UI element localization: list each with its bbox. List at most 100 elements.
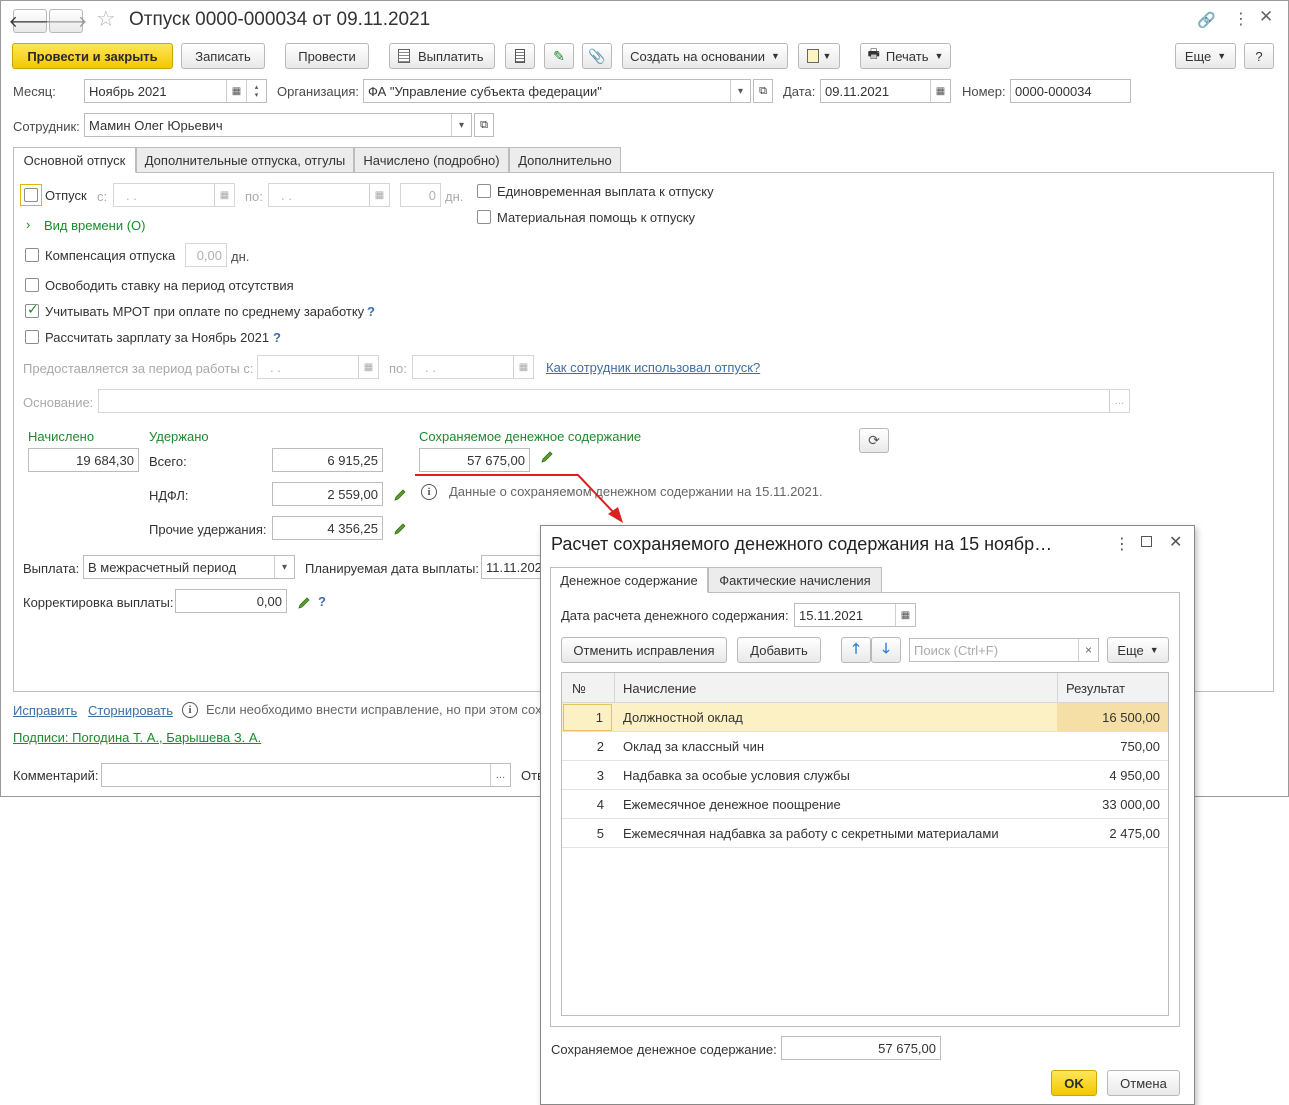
calendar-icon[interactable]: ▦ bbox=[930, 80, 950, 102]
more-vertical-icon[interactable]: ⋮ bbox=[1114, 534, 1130, 554]
save-button[interactable]: Записать bbox=[181, 43, 265, 69]
col-header-result[interactable]: Результат bbox=[1066, 673, 1125, 703]
table-row[interactable]: 5 Ежемесячная надбавка за работу с секрет… bbox=[562, 819, 1168, 848]
close-icon[interactable]: ✕ bbox=[1259, 7, 1273, 27]
mrot-help-icon[interactable]: ? bbox=[367, 304, 375, 319]
calendar-icon[interactable]: ▦ bbox=[513, 356, 533, 378]
table-row[interactable]: 1 Должностной оклад 16 500,00 bbox=[562, 703, 1168, 732]
tab-main-vacation[interactable]: Основной отпуск bbox=[13, 147, 136, 173]
other-withheld-field[interactable]: 4 356,25 bbox=[272, 516, 383, 540]
dialog-more-button[interactable]: Еще ▼ bbox=[1107, 637, 1169, 663]
comment-field[interactable]: … bbox=[101, 763, 511, 787]
payment-field[interactable]: В межрасчетный период ▾ bbox=[83, 555, 295, 579]
clear-search-icon[interactable]: × bbox=[1078, 639, 1098, 661]
compensation-checkbox[interactable] bbox=[25, 248, 39, 262]
favorite-star-icon[interactable]: ☆ bbox=[96, 6, 116, 32]
maximize-icon[interactable] bbox=[1141, 536, 1152, 547]
chevron-down-icon[interactable]: ▾ bbox=[451, 114, 471, 136]
pencil-icon[interactable] bbox=[297, 596, 311, 610]
ellipsis-icon[interactable]: … bbox=[1109, 390, 1129, 412]
post-and-close-button[interactable]: Провести и закрыть bbox=[12, 43, 173, 69]
period-to-field[interactable]: . . ▦ bbox=[412, 355, 534, 379]
calendar-icon[interactable]: ▦ bbox=[214, 184, 234, 206]
create-based-button[interactable]: Создать на основании ▼ bbox=[622, 43, 788, 69]
dialog-tab-actual-accruals[interactable]: Фактические начисления bbox=[708, 567, 882, 593]
edit-document-button[interactable]: ✎ bbox=[544, 43, 574, 69]
signatures-link[interactable]: Подписи: Погодина Т. А., Барышева З. А. bbox=[13, 730, 261, 745]
tab-additional[interactable]: Дополнительно bbox=[509, 147, 621, 173]
calendar-icon[interactable]: ▦ bbox=[895, 604, 915, 626]
tab-additional-vacations[interactable]: Дополнительные отпуска, отгулы bbox=[136, 147, 354, 173]
ellipsis-icon[interactable]: … bbox=[490, 764, 510, 786]
cancel-button[interactable]: Отмена bbox=[1107, 1070, 1180, 1096]
vacation-checkbox[interactable] bbox=[24, 188, 38, 202]
period-from-field[interactable]: . . ▦ bbox=[257, 355, 379, 379]
fix-link[interactable]: Исправить bbox=[13, 703, 77, 718]
chevron-right-icon[interactable]: › bbox=[26, 217, 30, 232]
material-aid-checkbox[interactable] bbox=[477, 210, 491, 224]
move-down-button[interactable]: 🡓 bbox=[871, 637, 901, 663]
report-button[interactable] bbox=[505, 43, 535, 69]
employee-open-button[interactable]: ⧉ bbox=[474, 113, 494, 137]
post-button[interactable]: Провести bbox=[285, 43, 369, 69]
vacation-to-field[interactable]: . . ▦ bbox=[268, 183, 390, 207]
org-field[interactable]: ФА "Управление субъекта федерации" ▾ bbox=[363, 79, 751, 103]
number-field[interactable]: 0000-000034 bbox=[1010, 79, 1131, 103]
pay-button[interactable]: Выплатить bbox=[389, 43, 495, 69]
basis-field[interactable]: … bbox=[98, 389, 1130, 413]
calendar-icon[interactable]: ▦ bbox=[369, 184, 389, 206]
compensation-days-field[interactable]: 0,00 bbox=[185, 243, 227, 267]
more-button[interactable]: Еще ▼ bbox=[1175, 43, 1236, 69]
forward-button[interactable]: 🡒 bbox=[45, 9, 87, 33]
correction-field[interactable]: 0,00 bbox=[175, 589, 287, 613]
kept-allowance-field[interactable]: 57 675,00 bbox=[419, 448, 530, 472]
planned-date-field[interactable]: 11.11.2021 bbox=[481, 555, 541, 579]
table-row[interactable]: 4 Ежемесячное денежное поощрение 33 000,00 bbox=[562, 790, 1168, 819]
ndfl-field[interactable]: 2 559,00 bbox=[272, 482, 383, 506]
chevron-down-icon[interactable]: ▾ bbox=[274, 556, 294, 578]
vacation-from-field[interactable]: . . ▦ bbox=[113, 183, 235, 207]
back-button[interactable]: 🡐 bbox=[9, 9, 51, 33]
attach-button[interactable]: 📎 bbox=[582, 43, 612, 69]
table-row[interactable]: 3 Надбавка за особые условия службы 4 950,… bbox=[562, 761, 1168, 790]
col-header-no[interactable]: № bbox=[572, 673, 586, 703]
calendar-icon[interactable]: ▦ bbox=[358, 356, 378, 378]
add-button[interactable]: Добавить bbox=[737, 637, 821, 663]
date-field[interactable]: 09.11.2021 ▦ bbox=[820, 79, 951, 103]
chevron-down-icon[interactable]: ▾ bbox=[730, 80, 750, 102]
one-time-payment-checkbox[interactable] bbox=[477, 184, 491, 198]
month-spinner[interactable]: ▴ ▾ bbox=[246, 80, 266, 102]
free-rate-checkbox[interactable] bbox=[25, 278, 39, 292]
calc-salary-help-icon[interactable]: ? bbox=[273, 330, 281, 345]
storno-link[interactable]: Сторнировать bbox=[88, 703, 173, 718]
more-vertical-icon[interactable]: ⋮ bbox=[1233, 9, 1249, 29]
pencil-icon[interactable] bbox=[540, 450, 554, 464]
time-type-link[interactable]: Вид времени (О) bbox=[44, 218, 146, 233]
col-header-accrual[interactable]: Начисление bbox=[623, 673, 696, 703]
ok-button[interactable]: OK bbox=[1051, 1070, 1097, 1096]
dialog-tab-allowance[interactable]: Денежное содержание bbox=[550, 567, 708, 593]
pencil-icon[interactable] bbox=[393, 488, 407, 502]
search-input[interactable]: Поиск (Ctrl+F) × bbox=[909, 638, 1099, 662]
month-field[interactable]: Ноябрь 2021 ▦ ▴ ▾ bbox=[84, 79, 267, 103]
move-up-button[interactable]: 🡑 bbox=[841, 637, 871, 663]
tab-accrued-detailed[interactable]: Начислено (подробно) bbox=[354, 147, 509, 173]
calc-salary-checkbox[interactable] bbox=[25, 330, 39, 344]
vacation-days-field[interactable]: 0 bbox=[400, 183, 441, 207]
table-row[interactable]: 2 Оклад за классный чин 750,00 bbox=[562, 732, 1168, 761]
link-icon[interactable]: 🔗 bbox=[1197, 11, 1216, 29]
close-icon[interactable]: ✕ bbox=[1169, 532, 1182, 552]
calc-date-field[interactable]: 15.11.2021 ▦ bbox=[794, 603, 916, 627]
pencil-icon[interactable] bbox=[393, 522, 407, 536]
vacation-checkbox-focus[interactable] bbox=[20, 184, 42, 206]
related-docs-button[interactable]: ▼ bbox=[798, 43, 840, 69]
org-open-button[interactable]: ⧉ bbox=[753, 79, 773, 103]
calendar-icon[interactable]: ▦ bbox=[226, 80, 246, 102]
correction-help-icon[interactable]: ? bbox=[318, 594, 326, 609]
help-button[interactable]: ? bbox=[1244, 43, 1274, 69]
print-button[interactable]: 🖶 Печать ▼ bbox=[860, 43, 951, 69]
mrot-checkbox[interactable]: ✓ bbox=[25, 301, 39, 318]
refresh-button[interactable]: ⟳ bbox=[859, 428, 889, 453]
cancel-fixes-button[interactable]: Отменить исправления bbox=[561, 637, 727, 663]
how-used-link[interactable]: Как сотрудник использовал отпуск? bbox=[546, 360, 760, 375]
